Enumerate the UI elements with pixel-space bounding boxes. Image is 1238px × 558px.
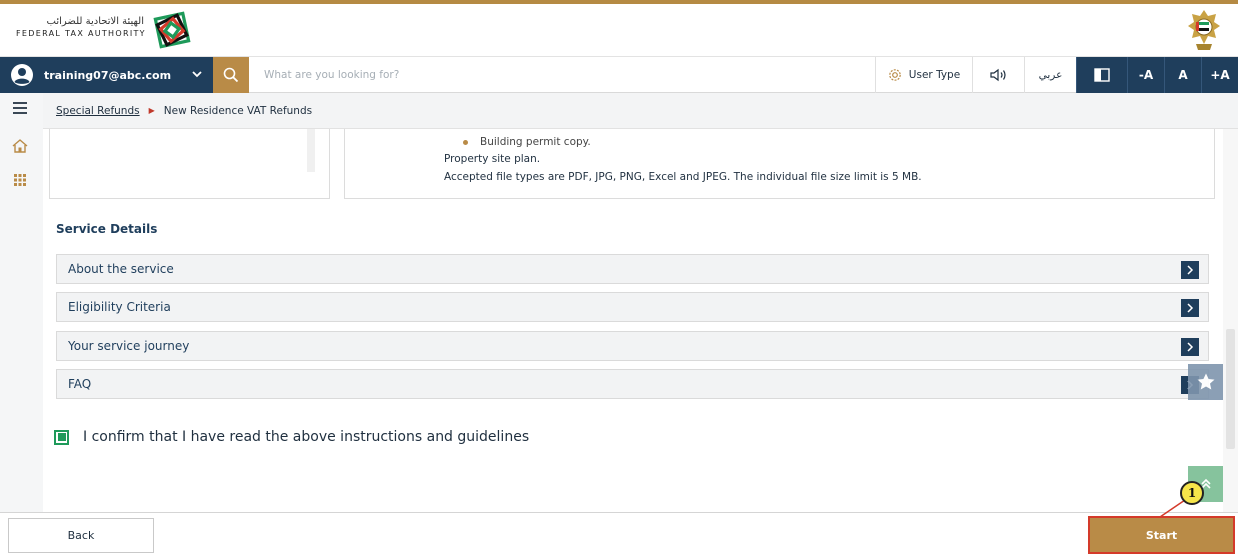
confirm-row: I confirm that I have read the above ins… [54, 429, 529, 445]
star-icon [1197, 373, 1214, 390]
accordion-label: Eligibility Criteria [68, 300, 171, 314]
user-type-label: User Type [908, 69, 961, 81]
breadcrumb-current: New Residence VAT Refunds [163, 104, 313, 117]
user-type-button[interactable]: User Type [875, 57, 972, 93]
page: الهيئة الاتحادية للضرائب FEDERAL TAX AUT… [0, 0, 1238, 558]
bullet-icon [463, 139, 468, 145]
favorite-button[interactable] [1188, 364, 1223, 400]
user-avatar-icon [11, 64, 33, 86]
building-permit-text: Building permit copy. [480, 136, 591, 148]
expand-button[interactable] [1181, 299, 1199, 317]
contrast-icon [1094, 68, 1110, 82]
language-toggle[interactable]: عربي [1024, 57, 1076, 93]
search-input[interactable] [249, 57, 869, 93]
contrast-toggle[interactable] [1076, 57, 1127, 93]
logo-arabic: الهيئة الاتحادية للضرائب [46, 16, 144, 27]
home-icon[interactable] [11, 137, 29, 155]
font-default-label: A [1178, 68, 1188, 82]
font-increase-button[interactable]: +A [1201, 57, 1238, 93]
toolbar: training07@abc.com User Type [0, 57, 1238, 93]
speaker-icon [989, 68, 1006, 82]
breadcrumb-separator-icon: ▶ [148, 106, 155, 115]
chevron-right-icon [1187, 303, 1194, 313]
annotation-marker: 1 [1180, 481, 1204, 505]
chevron-right-icon [1187, 265, 1194, 275]
search-button[interactable] [213, 57, 249, 93]
logo-english: FEDERAL TAX AUTHORITY [16, 29, 146, 38]
gear-icon [888, 69, 901, 81]
accordion-label: FAQ [68, 377, 92, 391]
expand-button[interactable] [1181, 261, 1199, 279]
file-types-text: Accepted file types are PDF, JPG, PNG, E… [444, 171, 922, 183]
user-email: training07@abc.com [44, 68, 172, 82]
breadcrumb: Special Refunds ▶ New Residence VAT Refu… [43, 93, 1238, 129]
logo-text[interactable]: الهيئة الاتحادية للضرائب FEDERAL TAX AUT… [16, 16, 146, 38]
font-increase-label: +A [1210, 68, 1230, 82]
font-decrease-label: -A [1138, 68, 1154, 82]
accordion-about-service[interactable]: About the service [56, 254, 1209, 284]
confirm-checkbox[interactable] [54, 429, 69, 445]
site-plan-text: Property site plan. [444, 153, 541, 165]
site-header: الهيئة الاتحادية للضرائب FEDERAL TAX AUT… [0, 4, 1238, 57]
document-bullet-item: Building permit copy. [463, 136, 591, 148]
start-button[interactable]: Start [1088, 516, 1235, 554]
checkbox-checked-mark [57, 433, 66, 441]
apps-grid-icon[interactable] [11, 171, 29, 189]
breadcrumb-special-refunds[interactable]: Special Refunds [56, 105, 140, 117]
chevron-right-icon [1187, 342, 1194, 352]
hamburger-menu-icon[interactable] [11, 99, 29, 117]
expand-button[interactable] [1181, 338, 1199, 356]
panel-scrollbar[interactable] [307, 129, 315, 172]
required-documents-detail-panel: Building permit copy. Property site plan… [344, 129, 1215, 199]
accordion-label: About the service [68, 262, 174, 276]
audio-button[interactable] [972, 57, 1024, 93]
accordion-label: Your service journey [68, 339, 190, 353]
accordion-eligibility-criteria[interactable]: Eligibility Criteria [56, 292, 1209, 322]
page-scrollbar[interactable] [1223, 129, 1238, 512]
side-rail [0, 93, 43, 558]
font-decrease-button[interactable]: -A [1127, 57, 1164, 93]
confirm-label[interactable]: I confirm that I have read the above ins… [83, 429, 529, 445]
search-icon [223, 67, 239, 83]
uae-emblem-icon [1188, 10, 1220, 50]
required-documents-list-panel [49, 129, 330, 199]
user-menu[interactable]: training07@abc.com [0, 57, 213, 93]
footer-bar: Back Start [0, 512, 1238, 558]
arabic-label: عربي [1038, 69, 1063, 81]
chevron-down-icon[interactable] [191, 68, 203, 80]
accordion-faq[interactable]: FAQ [56, 369, 1209, 399]
main-content: Building permit copy. Property site plan… [43, 129, 1223, 512]
fta-logo-icon[interactable] [149, 7, 195, 53]
scrollbar-thumb[interactable] [1226, 329, 1235, 449]
back-button[interactable]: Back [8, 518, 154, 553]
accordion-service-journey[interactable]: Your service journey [56, 331, 1209, 361]
service-details-title: Service Details [56, 222, 158, 236]
font-default-button[interactable]: A [1164, 57, 1201, 93]
